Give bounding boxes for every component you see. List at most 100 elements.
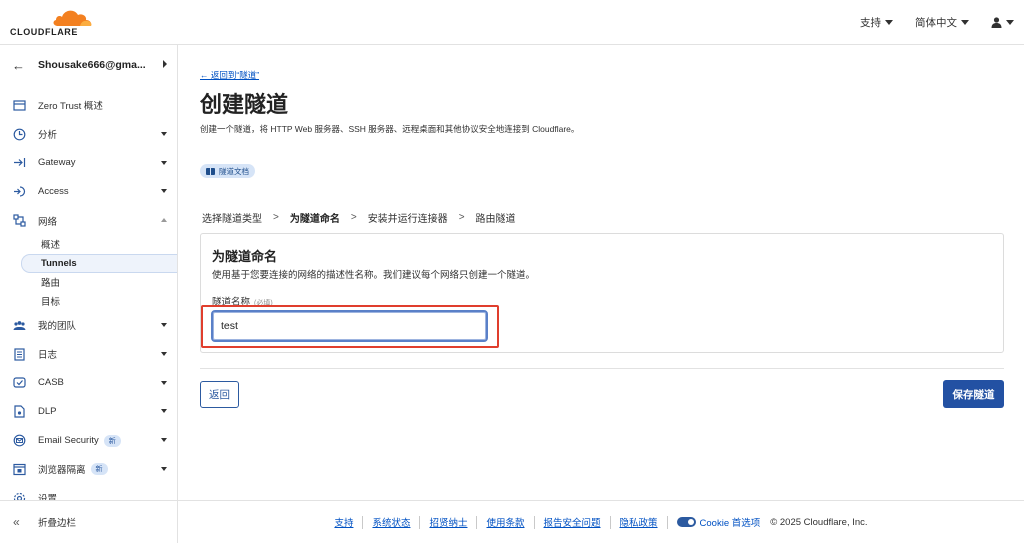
save-tunnel-button[interactable]: 保存隧道 (943, 380, 1004, 408)
chevron-down-icon (161, 438, 167, 443)
overview-icon (13, 100, 26, 111)
cloudflare-logo[interactable]: CLOUDFLARE (10, 7, 92, 37)
new-badge: 新 (90, 463, 108, 476)
language-label: 简体中文 (915, 17, 957, 29)
collapse-sidebar-button[interactable]: « 折叠边栏 (0, 500, 177, 543)
dlp-icon (14, 405, 25, 418)
double-chevron-left-icon: « (13, 515, 20, 529)
footer-link-support[interactable]: 支持 (334, 515, 353, 529)
sidebar-subitem-tunnels[interactable]: Tunnels (21, 253, 177, 273)
copyright: © 2025 Cloudflare, Inc. (770, 516, 868, 528)
analytics-icon (13, 128, 26, 141)
sidebar-subitem-label: Tunnels (41, 257, 77, 269)
back-button[interactable]: 返回 (200, 381, 239, 408)
top-header: CLOUDFLARE 支持 简体中文 (0, 0, 1024, 45)
chevron-down-icon (161, 131, 167, 136)
toggle-icon (676, 517, 696, 527)
sidebar-item-dlp[interactable]: DLP (0, 397, 177, 426)
sidebar-item-logs[interactable]: 日志 (0, 340, 177, 369)
casb-icon (13, 377, 26, 389)
footer-link-system-status[interactable]: 系统状态 (372, 515, 410, 529)
back-to-tunnels-link[interactable]: ← 返回到“隧道” (200, 69, 259, 81)
tunnel-docs-link[interactable]: 隧道文档 (200, 164, 255, 178)
step-name-tunnel[interactable]: 为隧道命名 (290, 210, 340, 225)
footer-separator (609, 515, 611, 529)
footer-link-careers[interactable]: 招贤纳士 (429, 515, 467, 529)
language-menu[interactable]: 简体中文 (915, 15, 969, 30)
sidebar-subitem-label: 目标 (41, 297, 61, 309)
sidebar-item-label: 网络 (38, 216, 58, 228)
main-content: ← 返回到“隧道” 创建隧道 创建一个隧道，将 HTTP Web 服务器、SSH… (178, 45, 1024, 543)
footer: 支持 系统状态 招贤纳士 使用条款 报告安全问题 隐私政策 Cookie 首选项… (178, 500, 1024, 543)
sidebar-subitem-routes[interactable]: 路由 (0, 273, 177, 292)
sidebar-subitem-targets[interactable]: 目标 (0, 292, 177, 311)
footer-link-report-security[interactable]: 报告安全问题 (544, 515, 601, 529)
support-menu[interactable]: 支持 (860, 15, 893, 30)
sidebar-item-label: Zero Trust 概述 (38, 101, 103, 113)
user-icon (991, 17, 1002, 28)
sidebar-item-access[interactable]: Access (0, 177, 177, 206)
chevron-down-icon (1006, 20, 1014, 25)
email-icon (13, 434, 26, 447)
sidebar-item-label: DLP (38, 406, 57, 418)
sidebar-nav: Zero Trust 概述 分析 Gateway Access 网络 概述 Tu… (0, 91, 177, 513)
sidebar-item-my-team[interactable]: 我的团队 (0, 311, 177, 340)
tunnel-name-input[interactable] (211, 310, 488, 342)
chevron-right-icon (163, 60, 167, 68)
sidebar-subitem-label: 概述 (41, 240, 61, 252)
sidebar-item-label: CASB (38, 377, 64, 389)
step-install-connector[interactable]: 安装并运行连接器 (368, 210, 448, 225)
step-route-tunnel[interactable]: 路由隧道 (476, 210, 516, 225)
chevron-down-icon (161, 409, 167, 414)
cookie-preferences-link[interactable]: Cookie 首选项 (676, 515, 761, 529)
step-separator: > (458, 212, 465, 223)
doc-chip-label: 隧道文档 (219, 166, 249, 176)
step-select-type[interactable]: 选择隧道类型 (202, 210, 262, 225)
sidebar-item-label: 我的团队 (38, 321, 77, 333)
divider (200, 368, 1004, 369)
footer-separator (362, 515, 364, 529)
team-icon (13, 320, 26, 330)
chevron-down-icon (961, 20, 969, 25)
book-icon (206, 167, 215, 175)
sidebar-item-gateway[interactable]: Gateway (0, 149, 177, 178)
gateway-icon (14, 158, 26, 168)
sidebar-item-analytics[interactable]: 分析 (0, 120, 177, 149)
logs-icon (14, 348, 25, 361)
sidebar-subitem-label: 路由 (41, 278, 61, 290)
cookie-label: Cookie 首选项 (699, 518, 761, 529)
new-badge: 新 (103, 434, 121, 447)
sidebar-item-label: Gateway (38, 157, 76, 169)
sidebar-item-email-security[interactable]: Email Security 新 (0, 426, 177, 455)
page-description: 创建一个隧道，将 HTTP Web 服务器、SSH 服务器、远程桌面和其他协议安… (200, 124, 580, 134)
account-switcher[interactable]: ← Shousake666@gma... (0, 45, 177, 85)
sidebar-item-overview[interactable]: Zero Trust 概述 (0, 91, 177, 120)
chevron-down-icon (161, 322, 167, 327)
chevron-down-icon (161, 380, 167, 385)
step-separator: > (273, 212, 279, 223)
footer-separator (666, 515, 668, 529)
sidebar-item-label: Email Security (38, 435, 99, 447)
card-title: 为隧道命名 (212, 249, 278, 264)
sidebar-item-casb[interactable]: CASB (0, 369, 177, 398)
step-separator: > (350, 212, 357, 223)
user-menu[interactable] (991, 17, 1014, 28)
sidebar-item-label: 浏览器隔离 (38, 465, 86, 477)
footer-link-terms[interactable]: 使用条款 (486, 515, 524, 529)
sidebar-item-network[interactable]: 网络 (0, 206, 177, 235)
chevron-down-icon (161, 160, 167, 165)
page-title: 创建隧道 (200, 92, 289, 117)
cloud-logo-icon (53, 10, 92, 26)
chevron-up-icon (161, 218, 167, 223)
footer-separator (476, 515, 478, 529)
logo-wordmark: CLOUDFLARE (10, 27, 78, 37)
sidebar-item-browser-isolation[interactable]: 浏览器隔离 新 (0, 455, 177, 484)
sidebar-item-label: 分析 (38, 130, 58, 142)
account-name: Shousake666@gma... (38, 59, 146, 71)
sidebar-item-label: Access (38, 186, 69, 198)
sidebar-subitem-overview[interactable]: 概述 (0, 235, 177, 254)
footer-link-privacy[interactable]: 隐私政策 (620, 515, 658, 529)
chevron-down-icon (161, 189, 167, 194)
back-arrow-icon[interactable]: ← (12, 58, 32, 73)
network-icon (13, 214, 26, 227)
